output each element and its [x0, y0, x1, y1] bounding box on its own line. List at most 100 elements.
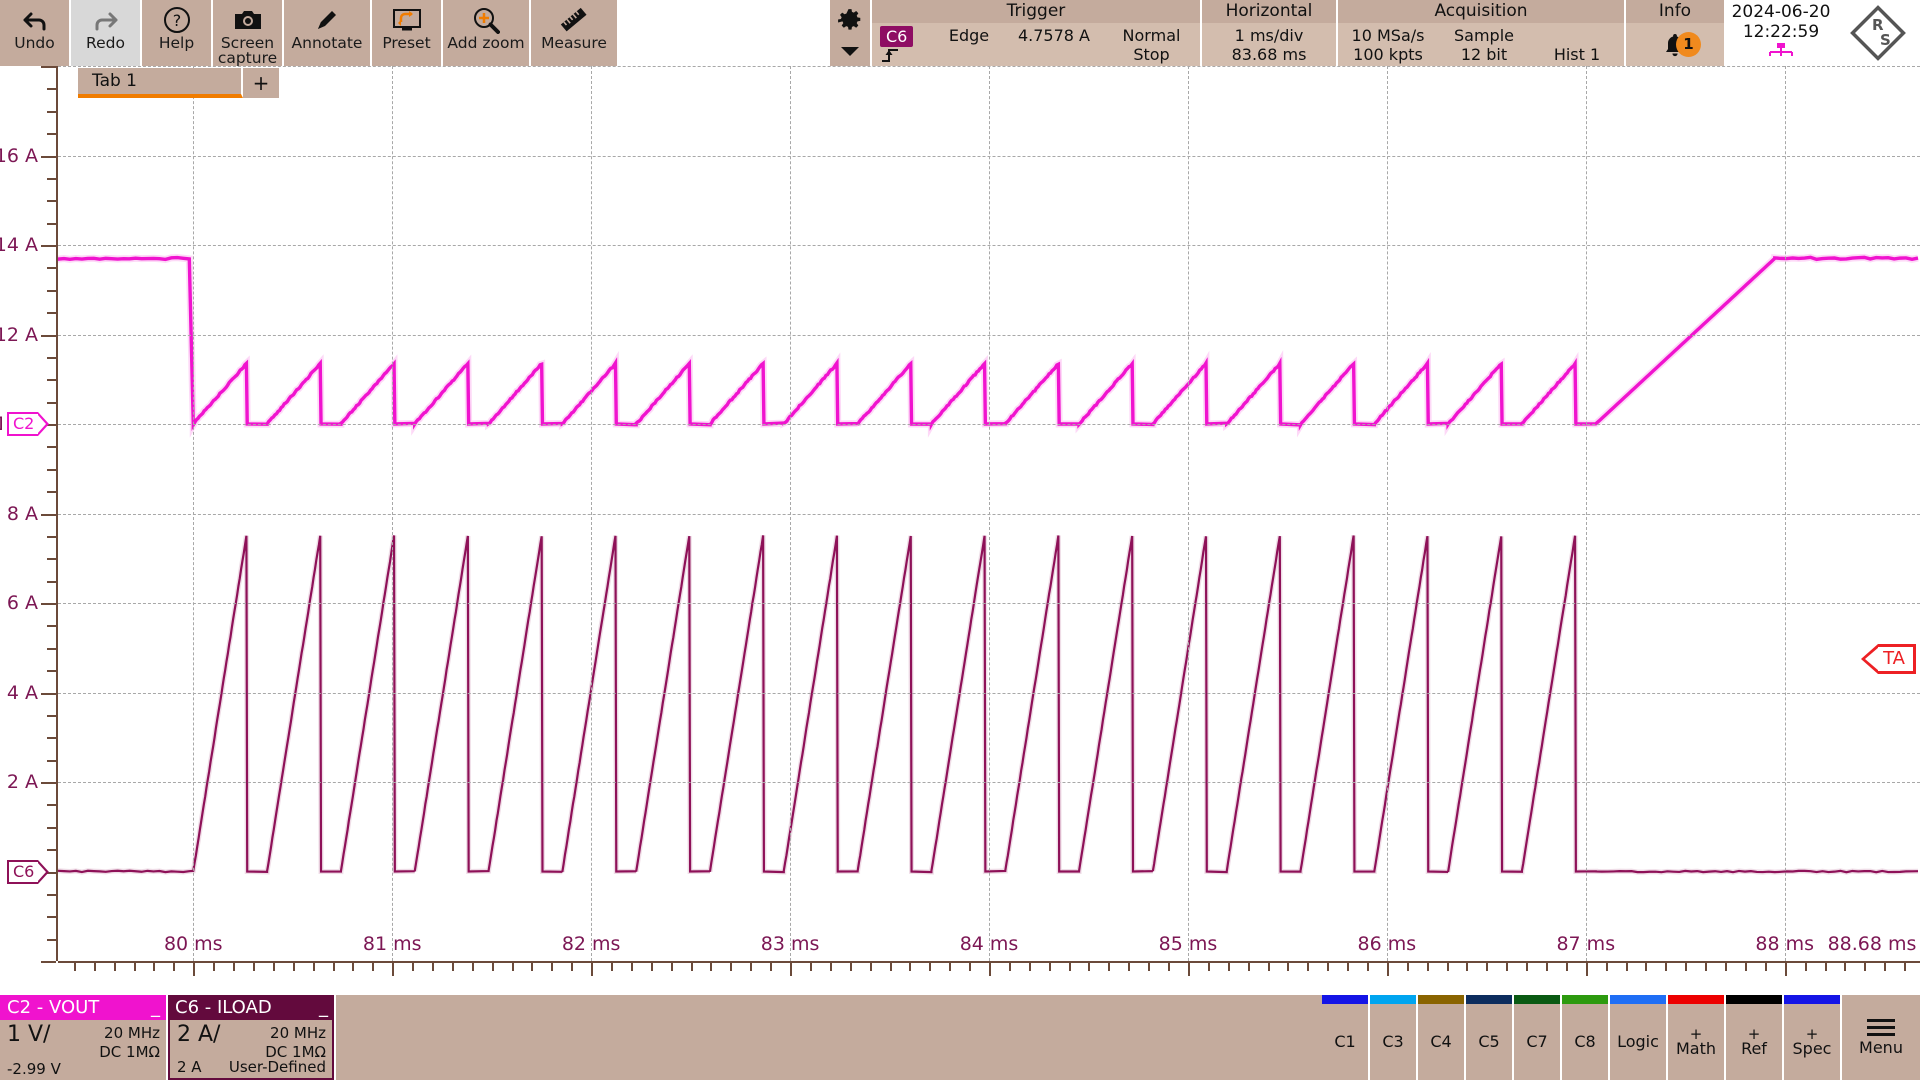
channel-button-text: C8: [1574, 1034, 1595, 1050]
channel-button-label: +Ref: [1726, 1004, 1782, 1080]
channel-card-c6-header[interactable]: C6 - ILOAD _: [168, 995, 334, 1020]
channel-button-spec[interactable]: +Spec: [1784, 995, 1842, 1080]
x-axis-tick: [1844, 963, 1846, 971]
channel-button-c1[interactable]: C1: [1322, 995, 1370, 1080]
x-axis-tick: [1407, 963, 1409, 971]
grid-line-vertical: [1785, 66, 1786, 961]
x-axis-tick: [1864, 963, 1866, 971]
waveform-path: [58, 535, 1918, 872]
channel-marker-c6[interactable]: C6: [2, 860, 41, 884]
channel-button-c7[interactable]: C7: [1514, 995, 1562, 1080]
x-axis-tick: [551, 963, 553, 971]
annotate-button[interactable]: Annotate: [284, 0, 372, 66]
pencil-icon: [314, 5, 340, 35]
y-axis-tick: [47, 379, 56, 381]
x-axis-tick: [1009, 963, 1011, 971]
channel-button-c8[interactable]: C8: [1562, 995, 1610, 1080]
waveform-path: [58, 535, 1918, 872]
x-axis-tick: [472, 963, 474, 971]
preset-button[interactable]: Preset: [372, 0, 443, 66]
channel-button-text: Math: [1676, 1041, 1716, 1057]
x-axis-label: 83 ms: [761, 933, 820, 955]
y-axis-tick: [47, 469, 56, 471]
y-axis: 16 A14 A12 A10 A8 A6 A4 A2 A: [0, 66, 58, 961]
x-axis-tick: [651, 963, 653, 971]
x-axis-tick: [1427, 963, 1429, 971]
y-axis-label: 16 A: [0, 145, 38, 167]
channel-button-math[interactable]: +Math: [1668, 995, 1726, 1080]
x-axis-tick: [313, 963, 315, 971]
grid-line-vertical: [1387, 66, 1388, 961]
trigger-sweep-mode: Normal: [1123, 26, 1181, 45]
acquisition-panel[interactable]: Acquisition 10 MSa/s 100 kpts Sample 12 …: [1338, 0, 1626, 66]
x-axis-tick: [452, 963, 454, 971]
add-tab-button[interactable]: +: [243, 68, 279, 98]
channel-marker-c2[interactable]: C2: [2, 412, 41, 436]
bell-icon[interactable]: 1: [1647, 28, 1703, 62]
channel-card-c2-header[interactable]: C2 - VOUT _: [0, 995, 166, 1020]
acq-history: Hist 1: [1554, 45, 1600, 64]
waveform-plot[interactable]: 16 A14 A12 A10 A8 A6 A4 A2 A 80 ms81 ms8…: [0, 66, 1920, 995]
tab-bar: Tab 1 +: [78, 68, 279, 98]
channel-button-label: C4: [1418, 1004, 1464, 1080]
measure-button[interactable]: Measure: [531, 0, 619, 66]
x-axis-tick: [392, 963, 394, 976]
menu-button[interactable]: Menu: [1842, 995, 1920, 1080]
y-axis-tick: [47, 916, 56, 918]
x-axis-tick: [1904, 963, 1906, 971]
screen-capture-button[interactable]: Screen capture: [213, 0, 284, 66]
y-axis-tick: [47, 312, 56, 314]
channel-card-c2-minimize[interactable]: _: [151, 997, 160, 1018]
x-axis-tick: [1506, 963, 1508, 971]
x-axis-tick: [352, 963, 354, 971]
x-axis-tick: [1546, 963, 1548, 971]
gear-icon[interactable]: [837, 8, 863, 34]
x-axis-tick: [1208, 963, 1210, 971]
channel-color-strip: [1418, 995, 1464, 1004]
channel-card-c6-minimize[interactable]: _: [319, 997, 328, 1018]
channel-button-label: C1: [1322, 1004, 1368, 1080]
x-axis-tick: [1347, 963, 1349, 971]
x-axis-tick: [1745, 963, 1747, 971]
channel-button-c3[interactable]: C3: [1370, 995, 1418, 1080]
info-panel[interactable]: Info 1: [1626, 0, 1726, 66]
undo-button[interactable]: Undo: [0, 0, 71, 66]
channel-card-c6[interactable]: C6 - ILOAD _ 2 A/ 20 MHz DC 1MΩ 2 A User…: [168, 995, 336, 1080]
undo-icon: [22, 5, 48, 35]
trigger-panel[interactable]: Trigger C6 Edge 4.7578 A: [872, 0, 1202, 66]
x-axis-tick: [1447, 963, 1449, 971]
camera-icon: [233, 5, 263, 35]
help-button[interactable]: ? Help: [142, 0, 213, 66]
chevron-down-icon[interactable]: [839, 44, 861, 58]
channel-button-logic[interactable]: Logic: [1610, 995, 1668, 1080]
tab-1[interactable]: Tab 1: [78, 68, 243, 98]
channel-button-text: C4: [1430, 1034, 1451, 1050]
x-axis-tick: [730, 963, 732, 971]
x-axis-tick: [213, 963, 215, 971]
trigger-channel-badge: C6: [880, 26, 913, 47]
channel-button-text: C1: [1334, 1034, 1355, 1050]
y-axis-tick: [47, 894, 56, 896]
channel-color-strip: [1726, 995, 1782, 1004]
y-axis-tick: [41, 156, 56, 158]
trigger-level-marker[interactable]: TA: [1878, 644, 1916, 674]
bottom-bar-spacer: [336, 995, 1322, 1080]
horizontal-panel[interactable]: Horizontal 1 ms/div 83.68 ms: [1202, 0, 1338, 66]
redo-button[interactable]: Redo: [71, 0, 142, 66]
x-axis-tick: [691, 963, 693, 971]
acq-mode: Sample: [1454, 26, 1514, 45]
channel-card-c2[interactable]: C2 - VOUT _ 1 V/ 20 MHz DC 1MΩ -2.99 V: [0, 995, 168, 1080]
y-axis-tick: [47, 760, 56, 762]
info-title: Info: [1626, 0, 1724, 23]
x-axis-tick: [969, 963, 971, 971]
channel-button-ref[interactable]: +Ref: [1726, 995, 1784, 1080]
x-axis-tick: [531, 963, 533, 971]
x-axis-tick: [750, 963, 752, 971]
y-axis-label: 4 A: [7, 682, 38, 704]
channel-button-c5[interactable]: C5: [1466, 995, 1514, 1080]
add-zoom-button[interactable]: Add zoom: [443, 0, 531, 66]
channel-button-c4[interactable]: C4: [1418, 995, 1466, 1080]
settings-column: [830, 0, 872, 66]
grid-line-vertical: [193, 66, 194, 961]
tab-1-label: Tab 1: [92, 71, 137, 91]
